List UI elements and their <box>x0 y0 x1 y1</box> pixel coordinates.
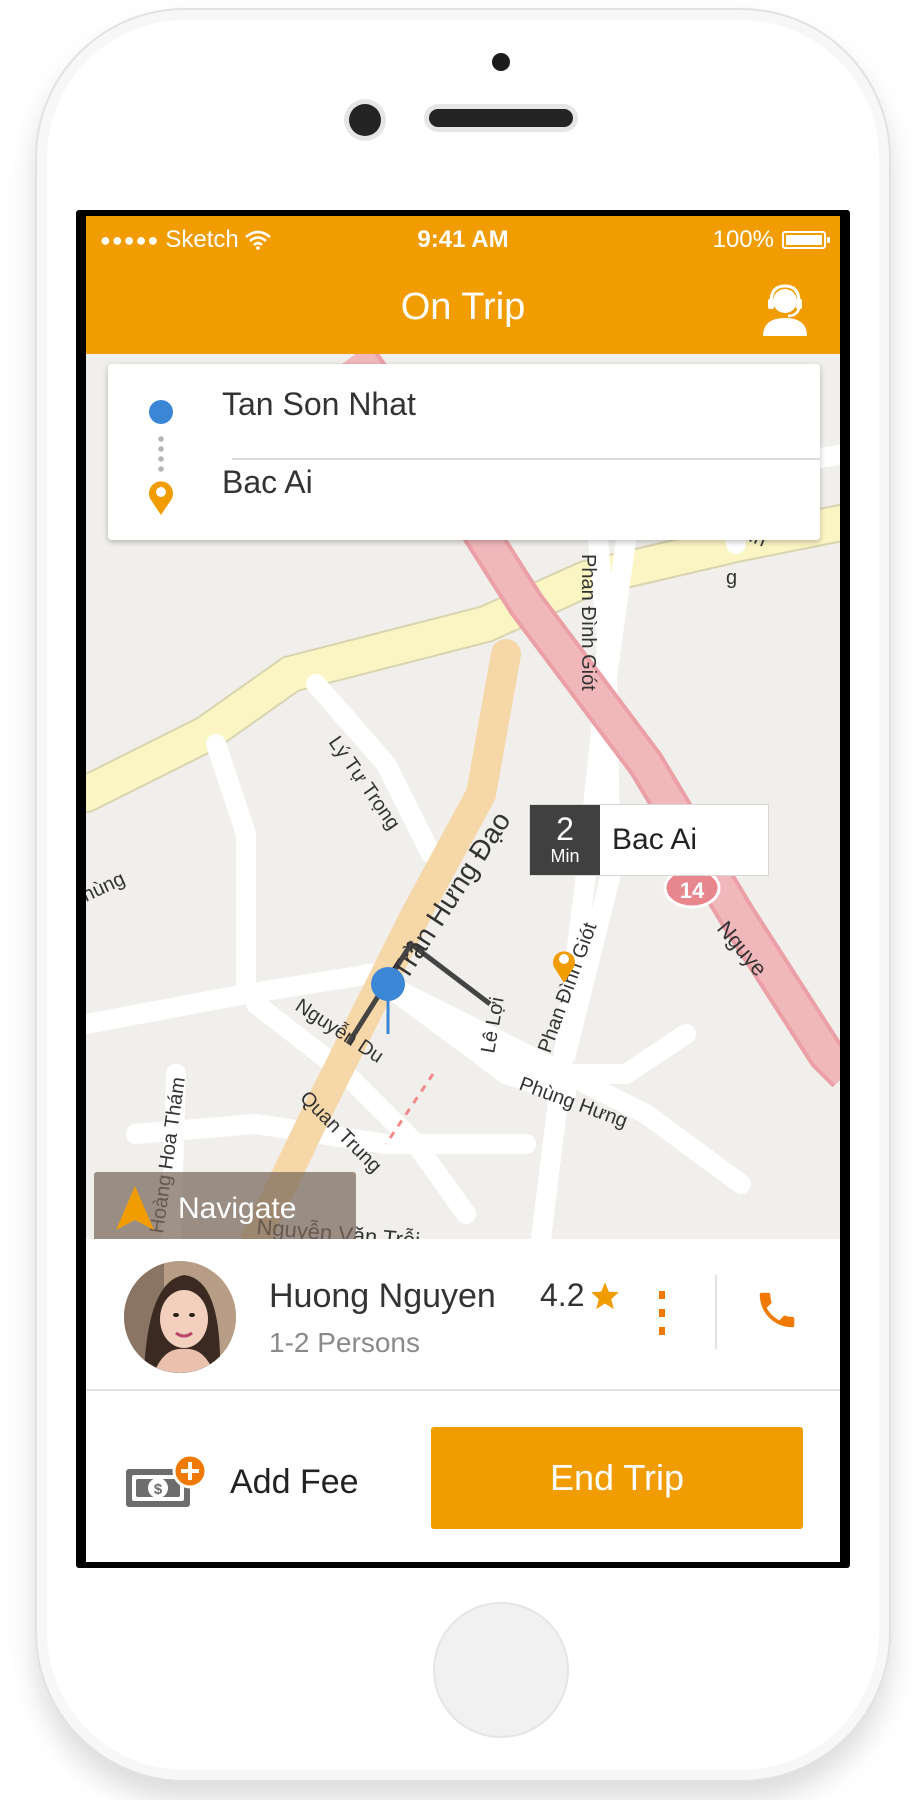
support-agent-icon[interactable] <box>760 282 810 338</box>
end-trip-button[interactable]: End Trip <box>431 1427 803 1529</box>
street-label: Phan Đình Giót <box>577 554 599 691</box>
origin-field[interactable]: Tan Son Nhat <box>222 386 416 423</box>
driver-name: Huong Nguyen <box>269 1277 496 1315</box>
eta-callout: 2 Min Bac Ai <box>529 804 769 876</box>
highway-shield-number: 14 <box>680 878 705 903</box>
front-camera <box>492 53 510 71</box>
map-view[interactable]: 14 Trần Hưng Đạo Lý Tự Trọng Phan Đình G… <box>86 354 840 1239</box>
phone-call-icon[interactable] <box>754 1287 800 1333</box>
trip-actions: $ Add Fee End Trip <box>86 1391 840 1562</box>
app-display: ●●●●● Sketch 9:41 AM 100% On Trip 14 Trầ… <box>86 216 840 1562</box>
add-fee-label[interactable]: Add Fee <box>230 1463 359 1502</box>
eta-unit: Min <box>550 846 580 866</box>
route-connector <box>157 434 165 474</box>
street-label: g <box>726 567 737 589</box>
destination-marker-icon <box>553 951 575 983</box>
navigation-arrow-icon <box>116 1186 154 1230</box>
battery-icon <box>782 231 830 249</box>
star-icon <box>591 1281 620 1309</box>
street-label: hùng <box>86 868 128 907</box>
navigate-button[interactable]: Navigate <box>94 1172 356 1239</box>
route-divider <box>232 458 820 460</box>
nav-bar: On Trip <box>86 264 840 354</box>
home-button[interactable] <box>433 1602 569 1738</box>
svg-text:$: $ <box>154 1481 163 1498</box>
earpiece-speaker <box>429 109 573 127</box>
driver-rating: 4.2 <box>540 1277 620 1314</box>
passenger-count: 1-2 Persons <box>269 1327 420 1358</box>
proximity-sensor <box>349 104 381 136</box>
route-card: Tan Son Nhat Bac Ai <box>108 364 820 540</box>
battery-percent: 100% <box>712 226 774 253</box>
current-location-pin-icon <box>371 967 405 1034</box>
driver-panel: Huong Nguyen 1-2 Persons 4.2 <box>86 1239 840 1389</box>
destination-field[interactable]: Bac Ai <box>222 464 313 501</box>
vertical-divider <box>715 1275 717 1349</box>
rating-value: 4.2 <box>540 1277 585 1313</box>
origin-dot-icon <box>149 400 173 424</box>
destination-pin-icon <box>149 481 173 515</box>
eta-value: 2 <box>556 811 574 847</box>
eta-destination: Bac Ai <box>612 823 698 856</box>
status-bar: ●●●●● Sketch 9:41 AM 100% <box>86 216 840 264</box>
eta-badge: 2 Min <box>530 805 600 875</box>
add-fee-money-icon[interactable]: $ <box>124 1451 212 1515</box>
navigate-label: Navigate <box>178 1192 297 1225</box>
avatar-photo <box>124 1261 236 1373</box>
page-title: On Trip <box>400 286 526 328</box>
more-options-icon[interactable] <box>656 1289 668 1337</box>
driver-avatar <box>124 1261 236 1373</box>
